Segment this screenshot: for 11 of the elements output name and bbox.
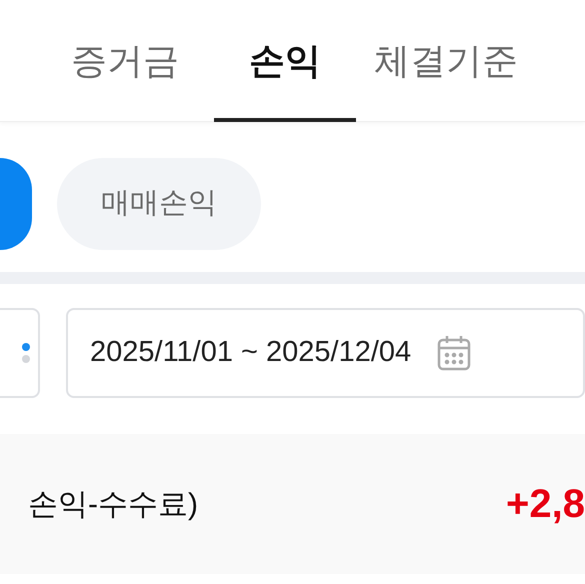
tab[interactable]: 체결기준 <box>374 0 516 122</box>
date-range-text: 2025/11/01 ~ 2025/12/04 <box>90 335 412 370</box>
summary-label: 손익-수수료) <box>28 486 198 522</box>
profit-value: +2,8 <box>506 481 585 528</box>
tab[interactable]: 증거금 <box>54 0 196 122</box>
filter-box[interactable] <box>0 308 40 398</box>
dots-icon <box>22 342 30 364</box>
calendar-icon[interactable] <box>437 335 472 371</box>
tab[interactable]: 손익 <box>214 0 356 122</box>
date-range-field[interactable]: 2025/11/01 ~ 2025/12/04 <box>66 308 585 398</box>
filter-chip[interactable]: 매매손익 <box>57 158 261 250</box>
